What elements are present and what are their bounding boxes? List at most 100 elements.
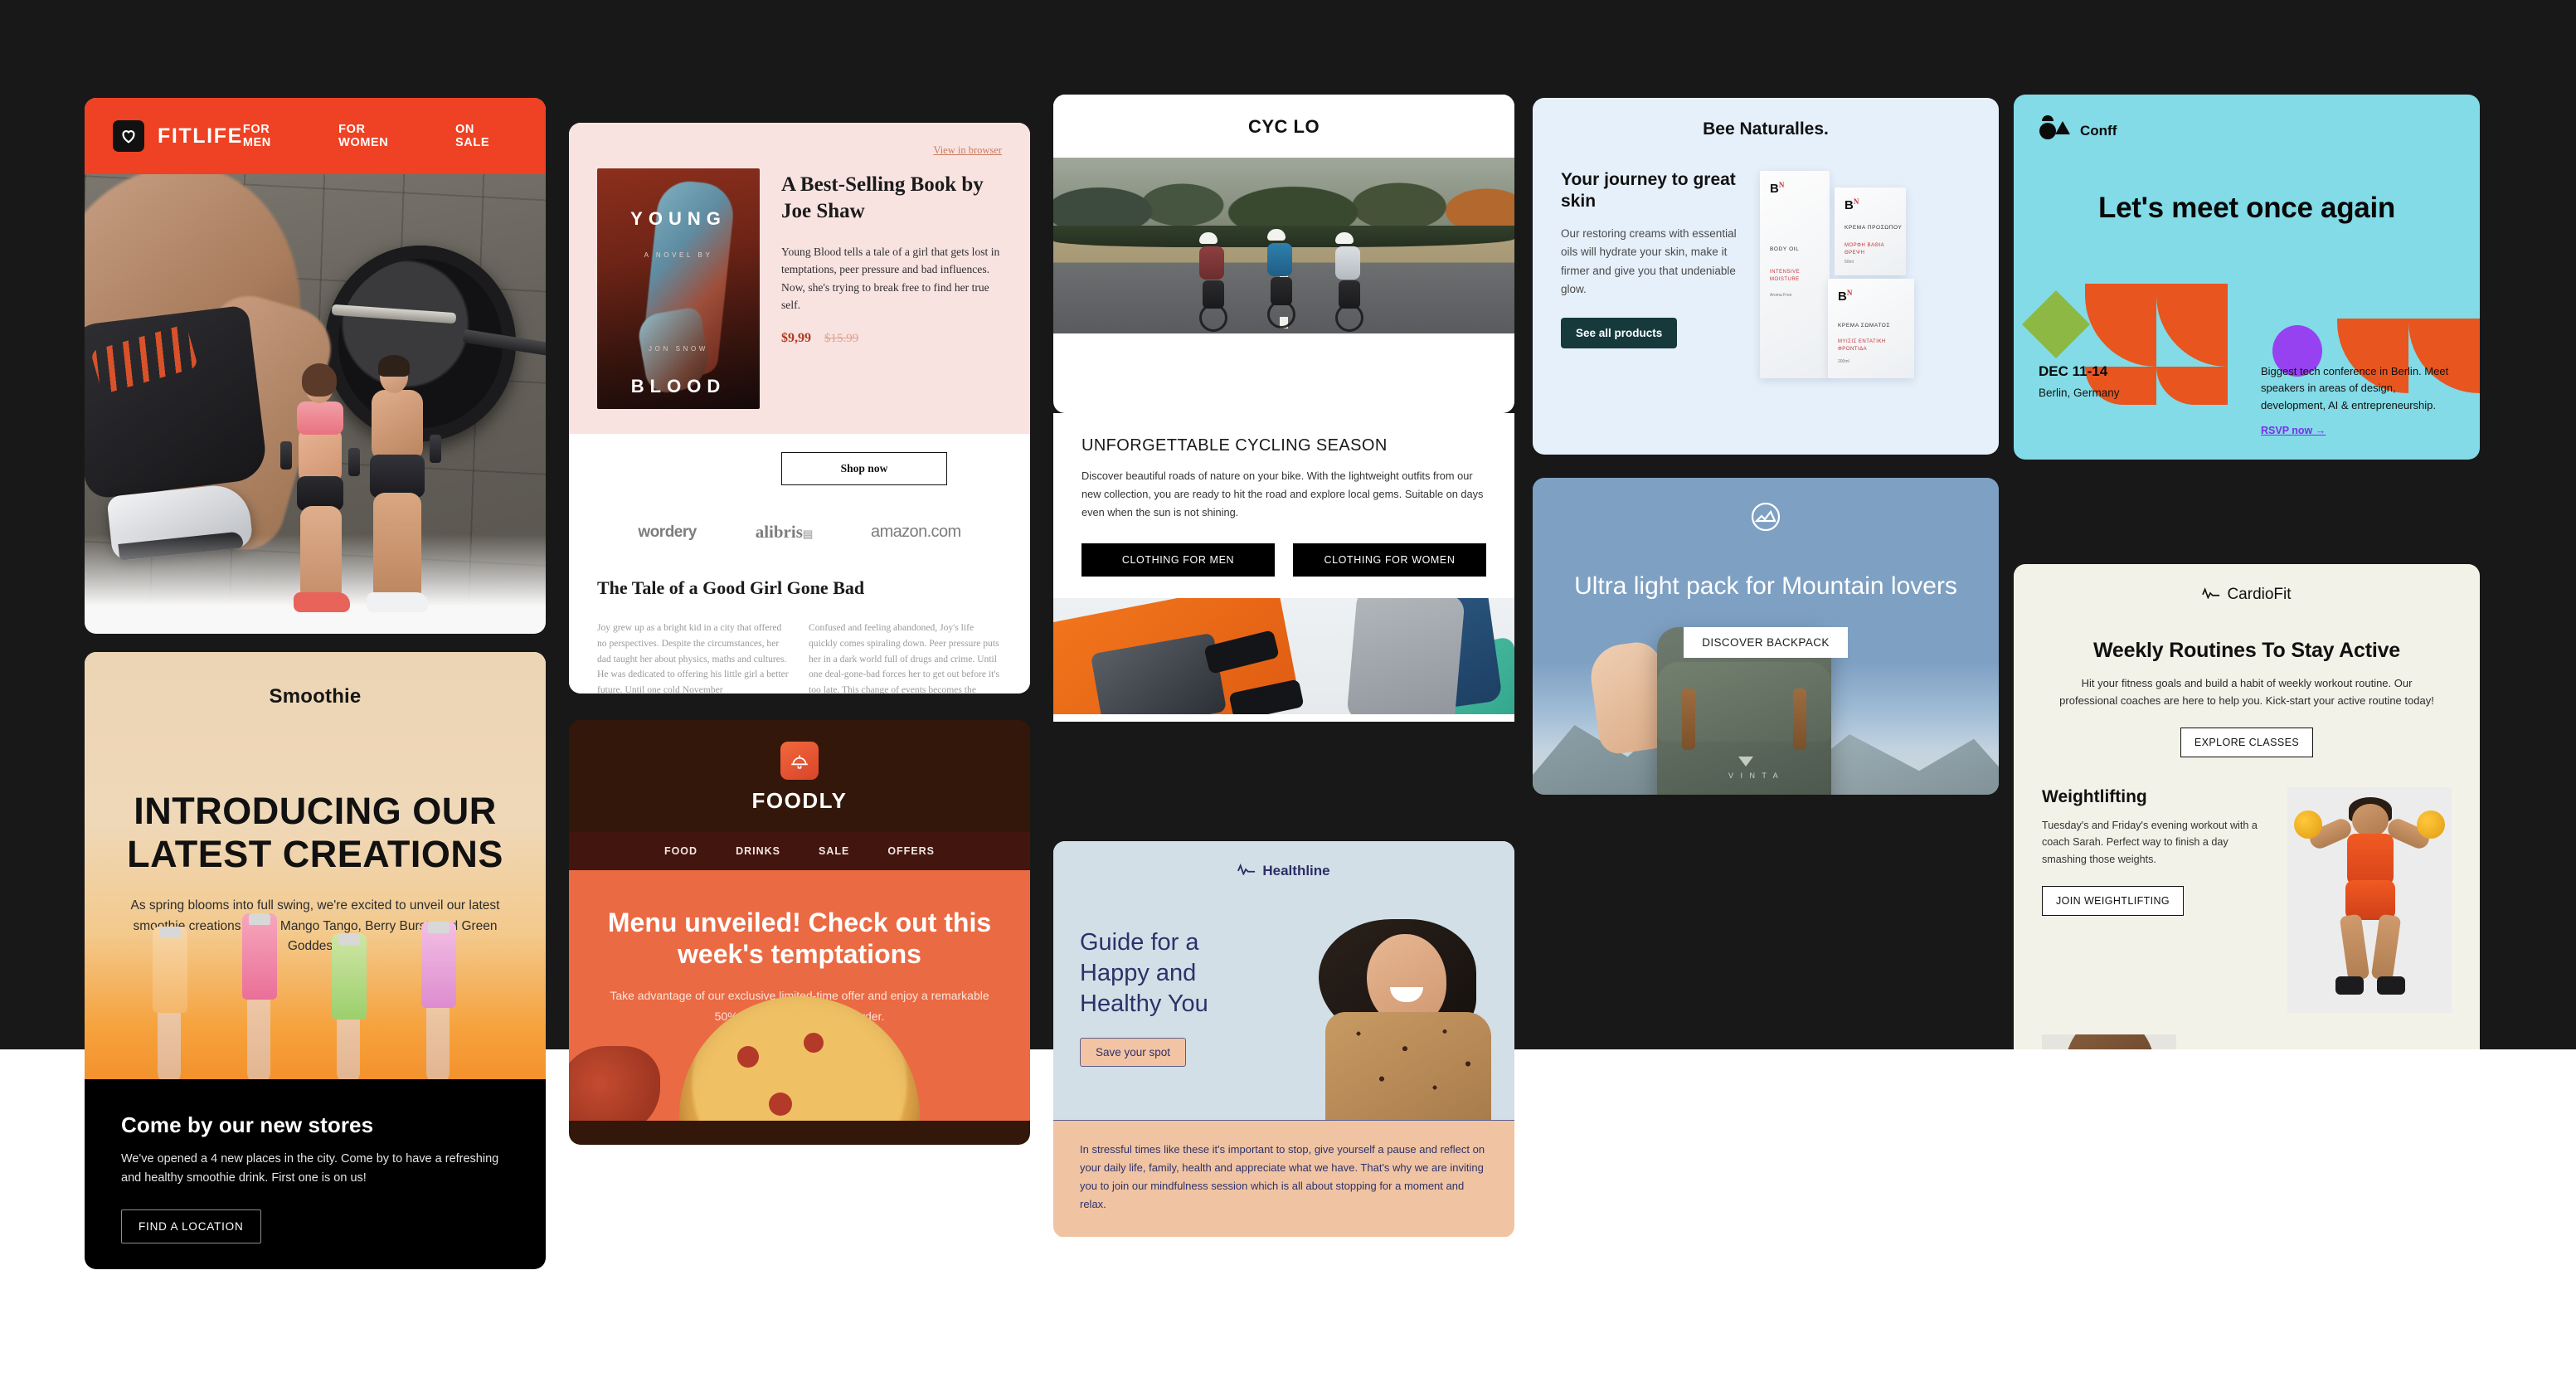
card-foodly[interactable]: FOODLY FOOD DRINKS SALE OFFERS Menu unve… — [569, 720, 1030, 1145]
see-all-products-button[interactable]: See all products — [1561, 317, 1678, 348]
book-price-new: $9,99 — [781, 330, 811, 345]
smoothie-hero: Smoothie INTRODUCING OUR LATEST CREATION… — [85, 652, 546, 1079]
product-body-cream: BN ΚΡΕΜΑ ΣΩΜΑΤΟΣ ΜΥΙΣΙΣ ΕΝΤΑΤΙΚΗ ΦΡΟΝΤΙΔ… — [1828, 279, 1914, 378]
healthline-hero: Healthline Guide for a Happy and Healthy… — [1053, 841, 1514, 1120]
bee-paragraph: Our restoring creams with essential oils… — [1561, 226, 1737, 296]
join-weightlifting-button[interactable]: JOIN WEIGHTLIFTING — [2042, 886, 2185, 917]
conff-brand[interactable]: Conff — [2014, 95, 2480, 147]
bee-heading: Your journey to great skin — [1561, 170, 1736, 212]
book-hero: View in browser YOUNG A NOVEL BY JON SNO… — [569, 123, 1030, 434]
conff-footer: DEC 11-14 Berlin, Germany Biggest tech c… — [2014, 348, 2480, 460]
cyclo-paragraph: Discover beautiful roads of nature on yo… — [1081, 470, 1484, 518]
healthline-portrait-image — [1310, 908, 1499, 1120]
foodly-navbar: FOOD DRINKS SALE OFFERS — [569, 832, 1030, 870]
cyclo-products-image — [1053, 598, 1514, 714]
healthline-paragraph: In stressful times like these it's impor… — [1080, 1143, 1485, 1211]
nav-on-sale[interactable]: ON SALE — [455, 123, 511, 149]
discover-backpack-button[interactable]: DISCOVER BACKPACK — [1684, 627, 1848, 659]
backpack-brand-mark: V I N T A — [1728, 771, 1781, 780]
view-in-browser-link[interactable]: View in browser — [597, 144, 1002, 157]
book-body: Shop now wordery alibris▤ amazon.com The… — [569, 452, 1030, 694]
cyclo-brand: CYC LO — [1247, 116, 1320, 137]
pulse-icon — [2202, 586, 2220, 604]
book-description: Young Blood tells a tale of a girl that … — [781, 246, 1000, 312]
amazon-logo[interactable]: amazon.com — [871, 523, 961, 542]
foodly-nav-sale[interactable]: SALE — [819, 845, 849, 857]
heart-icon — [113, 120, 144, 152]
cardiofit-brand-name: CardioFit — [2227, 586, 2292, 603]
card-fitlife[interactable]: FITLIFE FOR MEN FOR WOMEN ON SALE — [85, 98, 546, 634]
food-garnish — [569, 1046, 660, 1121]
fitlife-brand[interactable]: FITLIFE — [113, 120, 243, 152]
foodly-nav-food[interactable]: FOOD — [664, 845, 697, 857]
conff-shapes-icon — [2039, 114, 2072, 147]
card-smoothie[interactable]: Smoothie INTRODUCING OUR LATEST CREATION… — [85, 652, 546, 1269]
card-bee-naturalles[interactable]: Bee Naturalles. Your journey to great sk… — [1533, 98, 1999, 455]
smoothie-stores-title: Come by our new stores — [121, 1112, 374, 1137]
pulse-icon — [1237, 863, 1256, 879]
foodly-headline: Menu unveiled! Check out this week's tem… — [607, 908, 992, 970]
foodly-nav-offers[interactable]: OFFERS — [887, 845, 935, 857]
smoothie-brand: Smoothie — [269, 685, 362, 708]
clothing-for-men-button[interactable]: CLOTHING FOR MEN — [1081, 543, 1275, 577]
weightlifting-text: Tuesday's and Friday's evening workout w… — [2042, 820, 2258, 865]
fitlife-hero-image — [85, 174, 546, 634]
nav-for-women[interactable]: FOR WOMEN — [338, 123, 417, 149]
bee-brand: Bee Naturalles. — [1703, 119, 1829, 139]
explore-classes-button[interactable]: EXPLORE CLASSES — [2180, 728, 2313, 758]
card-conff[interactable]: Conff Let's meet once again DEC 11-14 Be… — [2014, 95, 2480, 460]
conff-description: Biggest tech conference in Berlin. Meet … — [2261, 364, 2449, 412]
card-cyclo-body[interactable]: UNFORGETTABLE CYCLING SEASON Discover be… — [1053, 413, 1514, 722]
card-healthline[interactable]: Healthline Guide for a Happy and Healthy… — [1053, 841, 1514, 1238]
mountain-circle-icon — [1748, 499, 1783, 534]
product-face-cream: BN ΚΡΕΜΑ ΠΡΟΣΩΠΟΥ ΜΟΡΦΗ ΒΑΘΙΑ ΘΡΕΨΗ 50ml — [1835, 187, 1906, 275]
book-article-title: The Tale of a Good Girl Gone Bad — [597, 577, 865, 598]
shop-now-button[interactable]: Shop now — [781, 452, 947, 485]
alibris-logo[interactable]: alibris▤ — [756, 522, 814, 543]
healthline-heading: Guide for a Happy and Healthy You — [1080, 929, 1208, 1018]
card-cyclo-hero[interactable]: CYC LO — [1053, 95, 1514, 413]
book-cover-image: YOUNG A NOVEL BY JON SNOW BLOOD — [597, 168, 760, 409]
cardio-image — [2042, 1034, 2176, 1049]
conff-location: Berlin, Germany — [2039, 386, 2120, 399]
wordery-logo[interactable]: wordery — [638, 523, 697, 542]
article-column-2: Confused and feeling abandoned, Joy's li… — [809, 622, 1000, 694]
cover-title-top: YOUNG — [630, 208, 727, 229]
fitlife-navbar: FITLIFE FOR MEN FOR WOMEN ON SALE — [85, 98, 546, 174]
foodly-nav-drinks[interactable]: DRINKS — [736, 845, 780, 857]
fitlife-brand-name: FITLIFE — [158, 124, 243, 148]
card-backpack[interactable]: Ultra light pack for Mountain lovers DIS… — [1533, 478, 1999, 795]
smoothie-stores-text: We've opened a 4 new places in the city.… — [121, 1152, 499, 1185]
smoothie-bottles-image — [85, 913, 546, 1079]
clothing-for-women-button[interactable]: CLOTHING FOR WOMEN — [1293, 543, 1486, 577]
cyclo-header: CYC LO — [1053, 95, 1514, 158]
book-article-columns: Joy grew up as a bright kid in a city th… — [597, 620, 1002, 694]
healthline-body: In stressful times like these it's impor… — [1053, 1120, 1514, 1238]
find-a-location-button[interactable]: FIND A LOCATION — [121, 1209, 261, 1244]
save-your-spot-button[interactable]: Save your spot — [1080, 1038, 1187, 1068]
nav-for-men[interactable]: FOR MEN — [243, 123, 300, 149]
cardiofit-section-cardio: Cardio Prepared to sweat and hike up you… — [2014, 1013, 2480, 1049]
rsvp-now-link[interactable]: RSVP now → — [2261, 425, 2326, 436]
healthline-brand: Healthline — [1053, 863, 1514, 879]
cover-title-bottom: BLOOD — [630, 376, 727, 397]
smoothie-stores-panel: Come by our new stores We've opened a 4 … — [85, 1079, 546, 1269]
cardiofit-paragraph: Hit your fitness goals and build a habit… — [2059, 677, 2434, 708]
book-price-row: $9,99 $15.99 — [781, 331, 1002, 346]
conff-brand-name: Conff — [2080, 122, 2117, 139]
foodly-header: FOODLY — [569, 720, 1030, 832]
card-cardiofit[interactable]: CardioFit Weekly Routines To Stay Active… — [2014, 564, 2480, 1049]
book-price-old: $15.99 — [824, 331, 859, 345]
fitlife-couple-figure — [269, 355, 468, 629]
weightlifting-title: Weightlifting — [2042, 787, 2147, 807]
conff-date: DEC 11-14 — [2039, 363, 2108, 379]
smoothie-headline: INTRODUCING OUR LATEST CREATIONS — [127, 790, 503, 876]
fitlife-nav-links: FOR MEN FOR WOMEN ON SALE — [243, 123, 518, 149]
cover-author: JON SNOW — [649, 345, 708, 353]
card-book-newsletter[interactable]: View in browser YOUNG A NOVEL BY JON SNO… — [569, 123, 1030, 694]
foodly-brand: FOODLY — [751, 788, 848, 813]
weightlifting-image — [2287, 787, 2452, 1014]
cyclo-button-row: CLOTHING FOR MEN CLOTHING FOR WOMEN — [1081, 543, 1486, 577]
book-heading: A Best-Selling Book by Joe Shaw — [781, 173, 984, 222]
cardiofit-brand: CardioFit — [2014, 564, 2480, 604]
